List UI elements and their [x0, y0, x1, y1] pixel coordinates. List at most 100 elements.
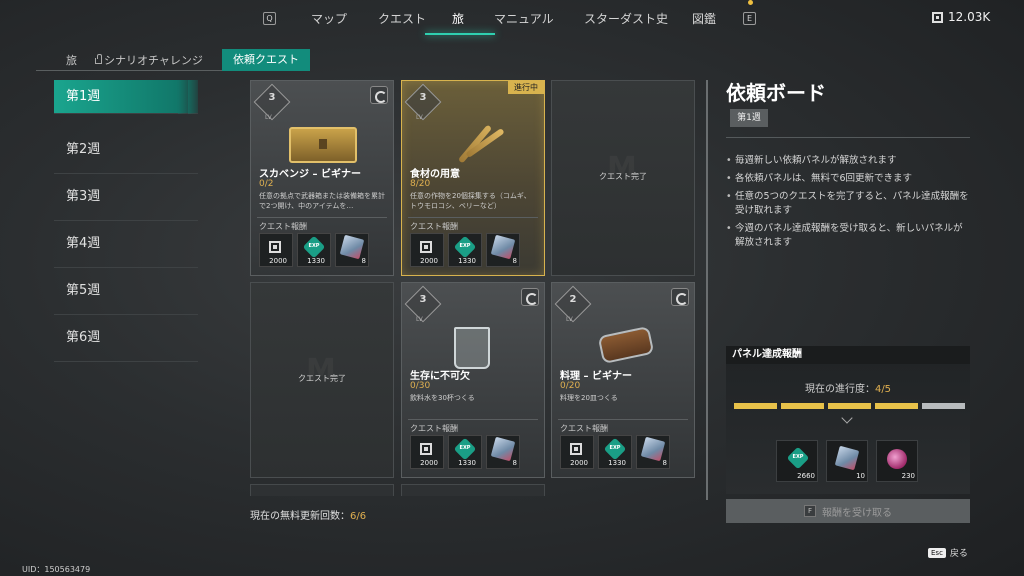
progress-segment	[828, 403, 871, 409]
reward-label: クエスト報酬	[410, 222, 458, 231]
reward-cube[interactable]: 8	[636, 435, 670, 469]
quest-level: 3	[419, 294, 427, 305]
reward-cube[interactable]: 8	[486, 435, 520, 469]
reward-exp[interactable]: EXP 1330	[297, 233, 331, 267]
free-refresh-label: 現在の無料更新回数：	[250, 511, 350, 522]
crumb-journey[interactable]: 旅	[66, 52, 77, 68]
quest-title: スカベンジ – ビギナー	[259, 169, 361, 180]
refresh-icon[interactable]	[671, 288, 689, 306]
week-item-4[interactable]: 第4週	[54, 221, 198, 268]
next-tab-key[interactable]: E	[743, 12, 756, 25]
panel-reward-exp[interactable]: EXP 2660	[776, 440, 818, 482]
board-week-tag: 第1週	[730, 109, 768, 127]
panel-reward-list: EXP 2660 10 230	[776, 440, 918, 482]
crystal-cube-icon	[834, 445, 860, 471]
reward-amount: 2000	[420, 459, 438, 467]
chest-illustration	[289, 127, 357, 163]
reward-exp[interactable]: EXP 1330	[598, 435, 632, 469]
panel-reward-orb[interactable]: 230	[876, 440, 918, 482]
quest-progress: 0/20	[560, 381, 581, 391]
exp-text: EXP	[459, 243, 471, 249]
crumb-request-quest[interactable]: 依頼クエスト	[222, 49, 310, 71]
board-title: 依頼ボード	[726, 81, 826, 105]
divider	[257, 217, 387, 218]
reward-label: クエスト報酬	[560, 424, 608, 433]
panel-progress-bar	[734, 403, 965, 409]
quest-level: 2	[569, 294, 577, 305]
reward-pass[interactable]: 2000	[410, 233, 444, 267]
reward-amount: 8	[361, 257, 366, 265]
reward-pass[interactable]: 2000	[259, 233, 293, 267]
active-tab-underline	[425, 33, 495, 35]
nav-manual[interactable]: マニュアル	[494, 10, 554, 27]
reward-exp[interactable]: EXP 1330	[448, 233, 482, 267]
water-glass-illustration	[454, 327, 490, 369]
refresh-icon[interactable]	[521, 288, 539, 306]
reward-label: クエスト報酬	[259, 222, 307, 231]
panel-progress: 現在の進行度：4/5	[726, 380, 970, 395]
panel-reward-cube[interactable]: 10	[826, 440, 868, 482]
back-label: 戻る	[949, 549, 968, 559]
pass-icon	[570, 443, 582, 455]
nav-map[interactable]: マップ	[311, 10, 347, 27]
reward-list: 2000 EXP 1330 8	[410, 233, 520, 267]
nav-quest[interactable]: クエスト	[378, 10, 426, 27]
nav-stardust-history[interactable]: スターダスト史	[584, 10, 668, 27]
quest-title: 食材の用意	[410, 169, 460, 180]
quest-complete-label: クエスト完了	[298, 374, 346, 383]
reward-cube[interactable]: 8	[335, 233, 369, 267]
nav-journey[interactable]: 旅	[452, 10, 464, 27]
reward-amount: 2000	[420, 257, 438, 265]
quest-card-cooking[interactable]: 2 LV 料理 – ビギナー 0/20 料理を20皿つくる クエスト報酬 200…	[551, 282, 695, 478]
week-item-6[interactable]: 第6週	[54, 315, 198, 362]
free-refresh-count: 現在の無料更新回数：6/6	[250, 507, 366, 522]
quest-card-ingredients[interactable]: 進行中 3 LV 食材の用意 8/20 任意の作物を20個採集する（コムギ、トウ…	[401, 80, 545, 276]
in-progress-badge: 進行中	[508, 81, 544, 94]
quest-card-survival[interactable]: 3 LV 生存に不可欠 0/30 飲料水を30杯つくる クエスト報酬 2000 …	[401, 282, 545, 478]
reward-list: 2000 EXP 1330 8	[560, 435, 670, 469]
reward-list: 2000 EXP 1330 8	[410, 435, 520, 469]
reward-cube[interactable]: 8	[486, 233, 520, 267]
quest-complete-label: クエスト完了	[599, 172, 647, 181]
week-item-3[interactable]: 第3週	[54, 174, 198, 221]
free-refresh-value: 6/6	[350, 511, 367, 522]
currency-icon	[932, 11, 943, 23]
scrollbar[interactable]	[706, 80, 708, 500]
reward-pass[interactable]: 2000	[560, 435, 594, 469]
divider	[726, 137, 970, 138]
rule-item: 毎週新しい依頼パネルが解放されます	[726, 154, 970, 168]
quest-card-scavenge[interactable]: 3 LV スカベンジ – ビギナー 0/2 任意の拠点で武器箱または装備箱を累計…	[250, 80, 394, 276]
prev-tab-key[interactable]: Q	[263, 12, 276, 25]
week-list: 第1週 第2週 第3週 第4週 第5週 第6週	[54, 80, 198, 362]
crumb-scenario-challenge[interactable]: シナリオチャレンジ	[95, 52, 203, 68]
level-label: LV	[566, 316, 573, 323]
panel-progress-value: 4/5	[874, 384, 892, 395]
reward-exp[interactable]: EXP 1330	[448, 435, 482, 469]
crumb-scenario-label: シナリオチャレンジ	[104, 53, 203, 67]
week-item-5[interactable]: 第5週	[54, 268, 198, 315]
reward-amount: 8	[512, 257, 517, 265]
refresh-icon[interactable]	[370, 86, 388, 104]
week-item-1[interactable]: 第1週	[54, 80, 198, 114]
pass-icon	[420, 241, 432, 253]
reward-list: 2000 EXP 1330 8	[259, 233, 369, 267]
notification-dot	[748, 0, 753, 5]
reward-label: クエスト報酬	[410, 424, 458, 433]
orb-icon	[887, 449, 907, 469]
rule-item: 今週のパネル達成報酬を受け取ると、新しいパネルが解放されます	[726, 222, 970, 250]
back-button[interactable]: Esc 戻る	[928, 546, 968, 559]
week-item-2[interactable]: 第2週	[54, 127, 198, 174]
reward-pass[interactable]: 2000	[410, 435, 444, 469]
nav-encyclopedia[interactable]: 図鑑	[692, 10, 716, 27]
reward-amount: 1330	[458, 459, 476, 467]
board-rules: 毎週新しい依頼パネルが解放されます 各依頼パネルは、無料で6回更新できます 任意…	[726, 154, 970, 254]
level-label: LV	[416, 114, 423, 121]
quest-card-completed: M クエスト完了	[551, 80, 695, 276]
quest-card-partial	[401, 484, 545, 496]
claim-reward-button[interactable]: F 報酬を受け取る	[726, 499, 970, 523]
divider	[558, 419, 688, 420]
reward-amount: 1330	[458, 257, 476, 265]
panel-reward-box: パネル達成報酬 現在の進行度：4/5 EXP 2660 10 230	[726, 346, 970, 494]
quest-description: 飲料水を30杯つくる	[410, 394, 475, 402]
reward-amount: 2000	[570, 459, 588, 467]
